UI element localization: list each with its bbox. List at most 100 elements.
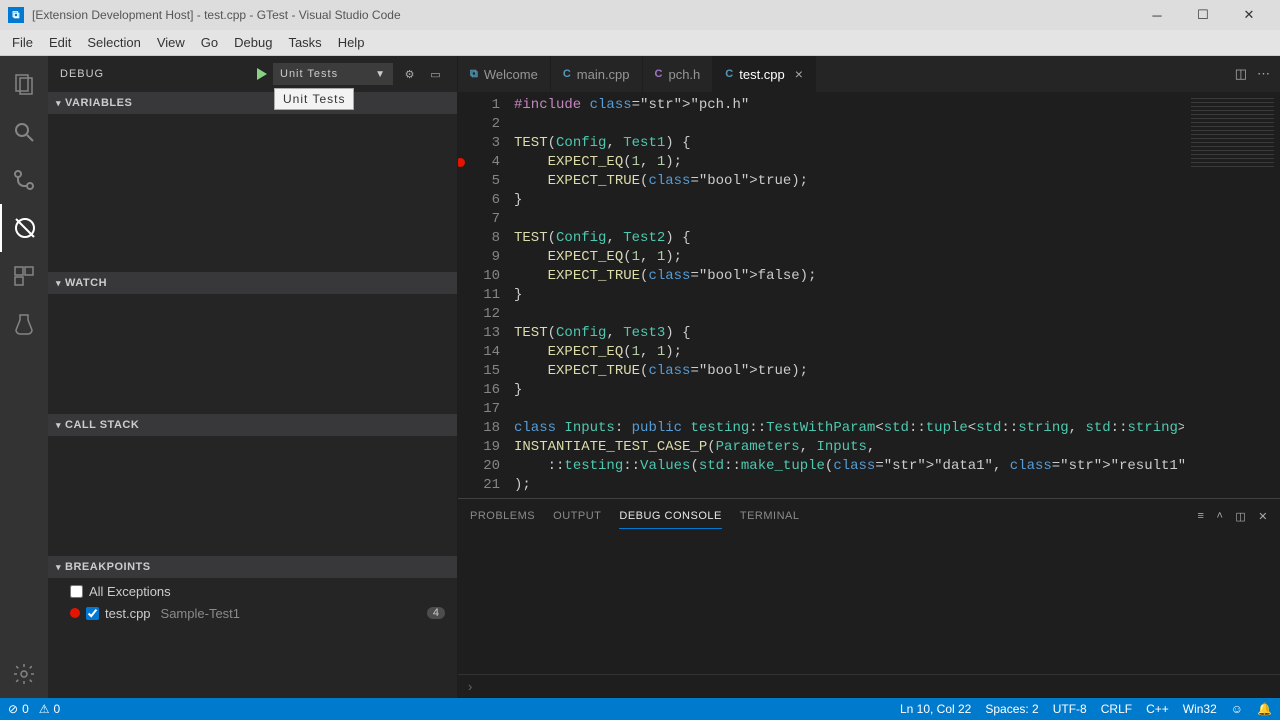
- breakpoint-checkbox[interactable]: [86, 607, 99, 620]
- split-editor-icon[interactable]: ◫: [1235, 66, 1247, 82]
- title-bar: ⧉ [Extension Development Host] - test.cp…: [0, 0, 1280, 30]
- all-exceptions-label: All Exceptions: [89, 584, 171, 599]
- cpp-icon: C: [725, 68, 733, 80]
- editor-area: ⧉ Welcome C main.cpp C pch.h C test.cpp …: [458, 56, 1280, 698]
- activity-explorer[interactable]: [0, 60, 48, 108]
- tab-pch-h[interactable]: C pch.h: [643, 56, 714, 92]
- debug-config-label: Unit Tests: [280, 68, 338, 80]
- activity-settings[interactable]: [0, 650, 48, 698]
- cpp-icon: C: [563, 68, 571, 80]
- debug-sidebar: DEBUG Unit Tests ▼ Unit Tests ⚙ ▭ ▾VARIA…: [48, 56, 458, 698]
- activity-extensions[interactable]: [0, 252, 48, 300]
- minimap[interactable]: [1184, 92, 1280, 498]
- callstack-section: ▾CALL STACK: [48, 414, 457, 556]
- menu-edit[interactable]: Edit: [41, 32, 79, 53]
- breakpoints-header[interactable]: ▾BREAKPOINTS: [48, 556, 457, 578]
- callstack-header[interactable]: ▾CALL STACK: [48, 414, 457, 436]
- tab-bar: ⧉ Welcome C main.cpp C pch.h C test.cpp …: [458, 56, 1280, 92]
- activity-search[interactable]: [0, 108, 48, 156]
- debug-header: DEBUG Unit Tests ▼ Unit Tests ⚙ ▭: [48, 56, 457, 92]
- status-warnings[interactable]: ⚠ 0: [39, 702, 60, 716]
- breakpoint-count: 4: [427, 607, 445, 619]
- maximize-button[interactable]: ☐: [1180, 0, 1226, 30]
- watch-label: WATCH: [65, 277, 107, 289]
- panel-tab-output[interactable]: OUTPUT: [553, 504, 601, 528]
- menu-view[interactable]: View: [149, 32, 193, 53]
- tab-main-cpp[interactable]: C main.cpp: [551, 56, 643, 92]
- panel-tab-terminal[interactable]: TERMINAL: [740, 504, 800, 528]
- status-eol[interactable]: CRLF: [1101, 702, 1132, 716]
- minimize-button[interactable]: ─: [1134, 0, 1180, 30]
- status-errors[interactable]: ⊘ 0: [8, 702, 29, 716]
- status-spaces[interactable]: Spaces: 2: [985, 702, 1038, 716]
- panel-collapse-icon[interactable]: ˄: [1216, 510, 1223, 523]
- status-cursor[interactable]: Ln 10, Col 22: [900, 702, 971, 716]
- panel-clear-icon[interactable]: ≡: [1198, 510, 1205, 523]
- vscode-icon: ⧉: [8, 7, 24, 23]
- tab-test-cpp[interactable]: C test.cpp ×: [713, 56, 816, 92]
- close-icon[interactable]: ×: [795, 66, 803, 82]
- tab-label: test.cpp: [739, 67, 785, 82]
- watch-section: ▾WATCH: [48, 272, 457, 414]
- tab-actions: ◫ ⋯: [1225, 56, 1280, 92]
- editor-content[interactable]: #include class="str">"pch.h"TEST(Config,…: [514, 92, 1184, 498]
- editor-gutter: 123456789101112131415161718192021: [458, 92, 514, 498]
- variables-section: ▾VARIABLES: [48, 92, 457, 272]
- menu-debug[interactable]: Debug: [226, 32, 280, 53]
- debug-console-input[interactable]: ›: [458, 674, 1280, 698]
- breakpoint-file: test.cpp: [105, 606, 151, 621]
- status-bell-icon[interactable]: 🔔: [1257, 702, 1272, 716]
- tab-welcome[interactable]: ⧉ Welcome: [458, 56, 551, 92]
- debug-config-select[interactable]: Unit Tests ▼ Unit Tests: [273, 63, 393, 85]
- status-platform[interactable]: Win32: [1183, 702, 1217, 716]
- h-icon: C: [655, 68, 663, 80]
- variables-label: VARIABLES: [65, 97, 132, 109]
- menu-tasks[interactable]: Tasks: [280, 32, 329, 53]
- watch-header[interactable]: ▾WATCH: [48, 272, 457, 294]
- tab-label: pch.h: [668, 67, 700, 82]
- activity-bar: [0, 56, 48, 698]
- activity-testing[interactable]: [0, 300, 48, 348]
- more-actions-icon[interactable]: ⋯: [1257, 66, 1270, 82]
- debug-console-body[interactable]: [458, 533, 1280, 674]
- all-exceptions-checkbox[interactable]: [70, 585, 83, 598]
- debug-config-tooltip: Unit Tests: [274, 88, 354, 110]
- debug-title: DEBUG: [60, 68, 104, 80]
- tab-label: main.cpp: [577, 67, 630, 82]
- bottom-panel: PROBLEMS OUTPUT DEBUG CONSOLE TERMINAL ≡…: [458, 498, 1280, 698]
- start-debug-icon[interactable]: [253, 66, 269, 82]
- status-encoding[interactable]: UTF-8: [1053, 702, 1087, 716]
- panel-tab-debug-console[interactable]: DEBUG CONSOLE: [619, 504, 721, 529]
- callstack-label: CALL STACK: [65, 419, 139, 431]
- activity-debug[interactable]: [0, 204, 48, 252]
- breakpoint-item[interactable]: test.cpp Sample-Test1 4: [48, 602, 457, 624]
- tab-label: Welcome: [484, 67, 538, 82]
- breakpoint-all-exceptions[interactable]: All Exceptions: [48, 580, 457, 602]
- status-feedback-icon[interactable]: ☺: [1231, 702, 1243, 716]
- close-button[interactable]: ✕: [1226, 0, 1272, 30]
- breakpoints-section: ▾BREAKPOINTS All Exceptions test.cpp Sam…: [48, 556, 457, 698]
- panel-tab-problems[interactable]: PROBLEMS: [470, 504, 535, 528]
- panel-maximize-icon[interactable]: ◫: [1235, 510, 1246, 523]
- status-lang[interactable]: C++: [1146, 702, 1169, 716]
- menu-help[interactable]: Help: [330, 32, 373, 53]
- panel-close-icon[interactable]: ✕: [1258, 510, 1268, 523]
- window-title: [Extension Development Host] - test.cpp …: [32, 8, 1134, 22]
- window-controls: ─ ☐ ✕: [1134, 0, 1272, 30]
- breakpoint-detail: Sample-Test1: [161, 606, 240, 621]
- code-editor[interactable]: 123456789101112131415161718192021 #inclu…: [458, 92, 1280, 498]
- variables-header[interactable]: ▾VARIABLES: [48, 92, 457, 114]
- debug-console-icon[interactable]: ▭: [427, 68, 445, 81]
- menu-go[interactable]: Go: [193, 32, 226, 53]
- debug-settings-icon[interactable]: ⚙: [401, 68, 419, 81]
- breakpoints-label: BREAKPOINTS: [65, 561, 151, 573]
- menu-bar: File Edit Selection View Go Debug Tasks …: [0, 30, 1280, 56]
- breakpoint-dot-icon: [70, 608, 80, 618]
- menu-file[interactable]: File: [4, 32, 41, 53]
- panel-tabs: PROBLEMS OUTPUT DEBUG CONSOLE TERMINAL ≡…: [458, 499, 1280, 533]
- chevron-down-icon: ▼: [375, 69, 386, 80]
- welcome-icon: ⧉: [470, 68, 478, 81]
- activity-scm[interactable]: [0, 156, 48, 204]
- status-bar: ⊘ 0 ⚠ 0 Ln 10, Col 22 Spaces: 2 UTF-8 CR…: [0, 698, 1280, 720]
- menu-selection[interactable]: Selection: [79, 32, 148, 53]
